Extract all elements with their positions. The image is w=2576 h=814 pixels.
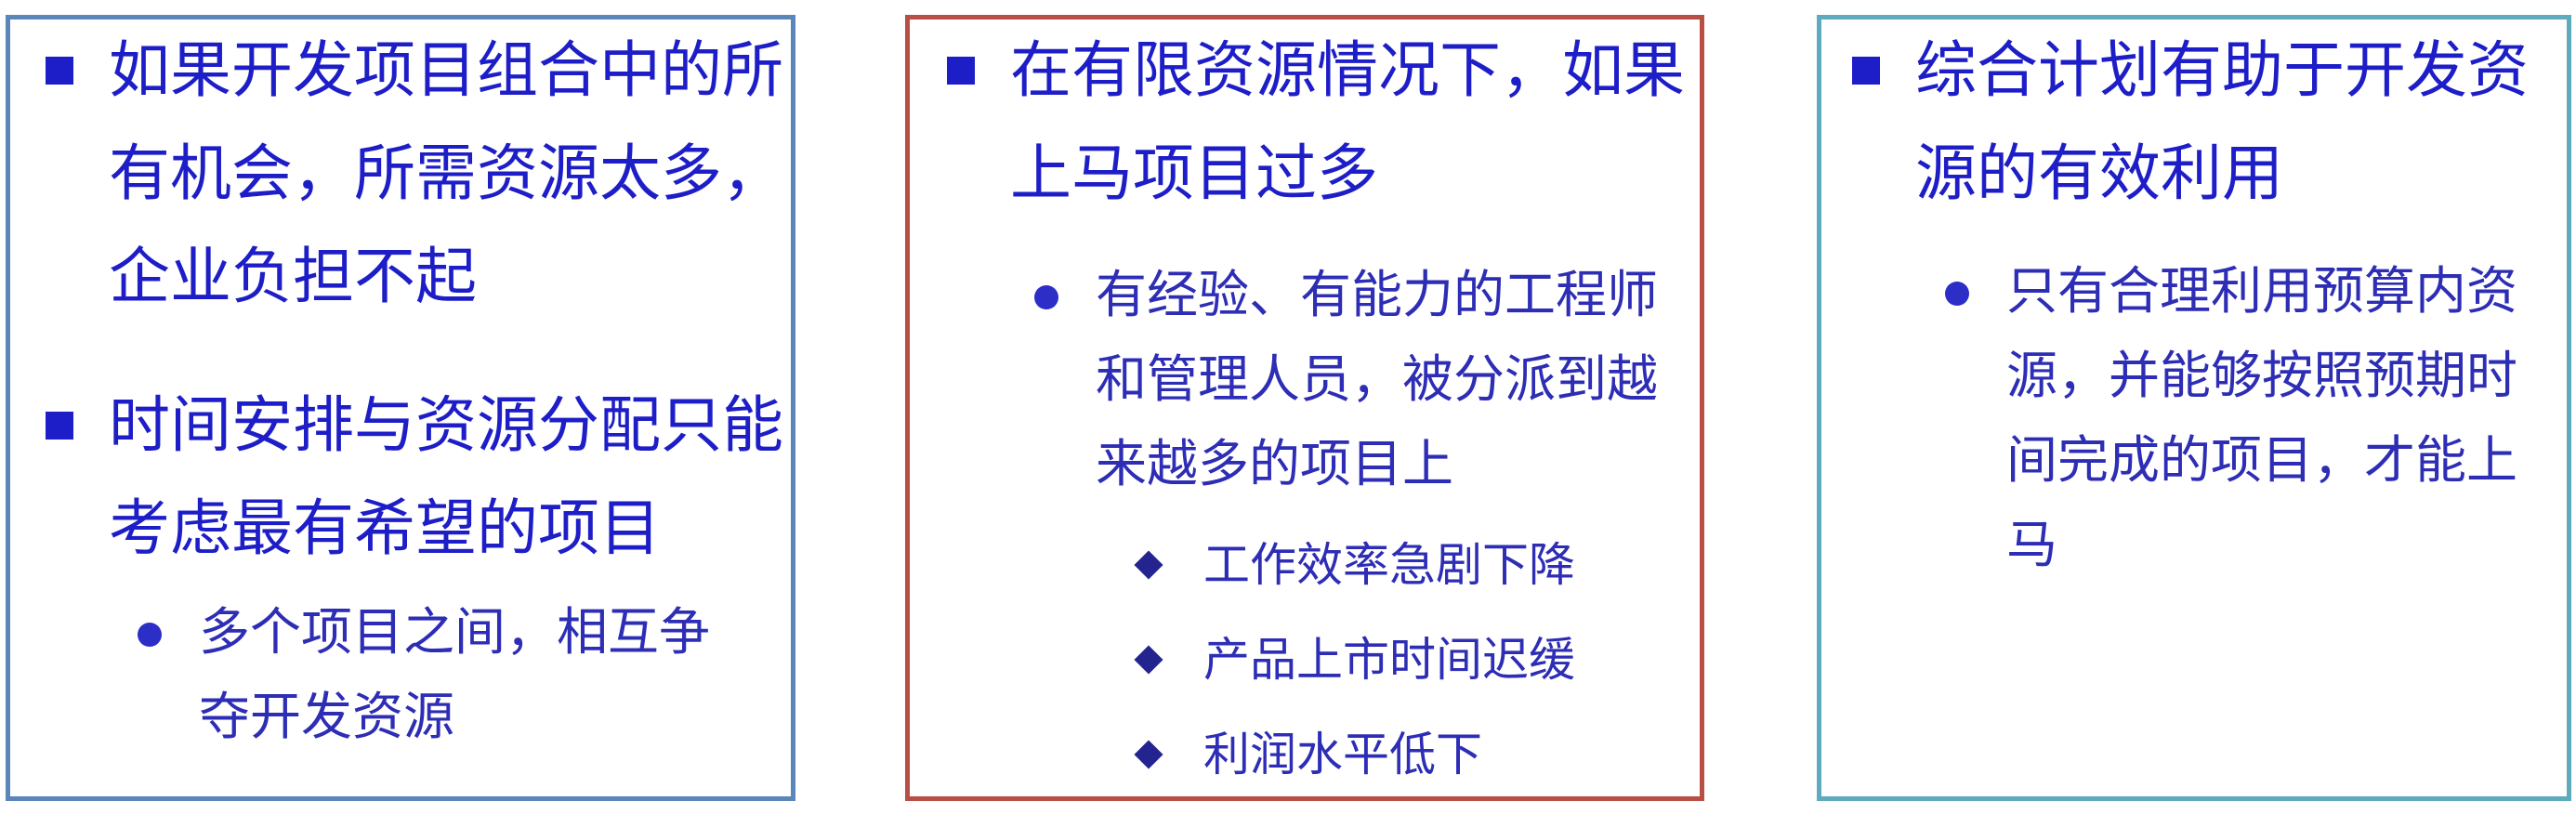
panel-3-point-1: 综合计划有助于开发资源的有效利用: [1852, 19, 2566, 225]
square-bullet-icon: [1852, 57, 1880, 85]
panel-2-detail-3-text: 利润水平低下: [1203, 728, 1482, 781]
panel-1-point-1: 如果开发项目组合中的所有机会，所需资源太多，企业负担不起: [46, 19, 796, 328]
circle-bullet-icon: [1034, 285, 1058, 309]
panel-2-point-1-text: 在有限资源情况下，如果上马项目过多: [1010, 34, 1685, 209]
panel-too-many-projects: 在有限资源情况下，如果上马项目过多 有经验、有能力的工程师和管理人员，被分派到越…: [905, 15, 1704, 801]
square-bullet-icon: [46, 57, 73, 85]
diamond-bullet-icon: [1134, 645, 1163, 675]
panel-1-subpoint-1: 多个项目之间，相互争夺开发资源: [138, 590, 756, 759]
panel-1-subpoint-1-text: 多个项目之间，相互争夺开发资源: [199, 602, 711, 746]
circle-bullet-icon: [1945, 282, 1969, 306]
panel-1-point-2: 时间安排与资源分配只能考虑最有希望的项目: [46, 374, 796, 580]
panel-2-detail-1-text: 工作效率急剧下降: [1203, 538, 1575, 592]
panel-1-point-1-text: 如果开发项目组合中的所有机会，所需资源太多，企业负担不起: [109, 34, 783, 312]
slide: 如果开发项目组合中的所有机会，所需资源太多，企业负担不起 时间安排与资源分配只能…: [0, 0, 2576, 814]
panel-3-subpoint-1: 只有合理利用预算内资源，并能够按照预期时间完成的项目，才能上马: [1945, 249, 2555, 587]
panel-2-detail-1: 工作效率急剧下降: [1134, 518, 1668, 612]
panel-2-subpoint-1-text: 有经验、有能力的工程师和管理人员，被分派到越来越多的项目上: [1096, 265, 1659, 493]
panel-resource-burden: 如果开发项目组合中的所有机会，所需资源太多，企业负担不起 时间安排与资源分配只能…: [6, 15, 795, 801]
panel-1-point-2-text: 时间安排与资源分配只能考虑最有希望的项目: [109, 389, 783, 564]
panel-2-point-1: 在有限资源情况下，如果上马项目过多: [947, 19, 1698, 225]
panel-3-point-1-text: 综合计划有助于开发资源的有效利用: [1915, 34, 2529, 209]
panel-2-detail-2-text: 产品上市时间迟缓: [1203, 633, 1575, 687]
panel-2-subpoint-1: 有经验、有能力的工程师和管理人员，被分派到越来越多的项目上: [1034, 253, 1672, 506]
square-bullet-icon: [947, 57, 975, 85]
panel-2-detail-2: 产品上市时间迟缓: [1134, 612, 1668, 707]
panel-2-detail-3: 利润水平低下: [1134, 707, 1668, 802]
diamond-bullet-icon: [1134, 550, 1163, 580]
panel-3-subpoint-1-text: 只有合理利用预算内资源，并能够按照预期时间完成的项目，才能上马: [2006, 261, 2518, 574]
panel-integrated-planning: 综合计划有助于开发资源的有效利用 只有合理利用预算内资源，并能够按照预期时间完成…: [1817, 15, 2571, 801]
circle-bullet-icon: [138, 623, 162, 647]
square-bullet-icon: [46, 412, 73, 440]
diamond-bullet-icon: [1134, 740, 1163, 769]
